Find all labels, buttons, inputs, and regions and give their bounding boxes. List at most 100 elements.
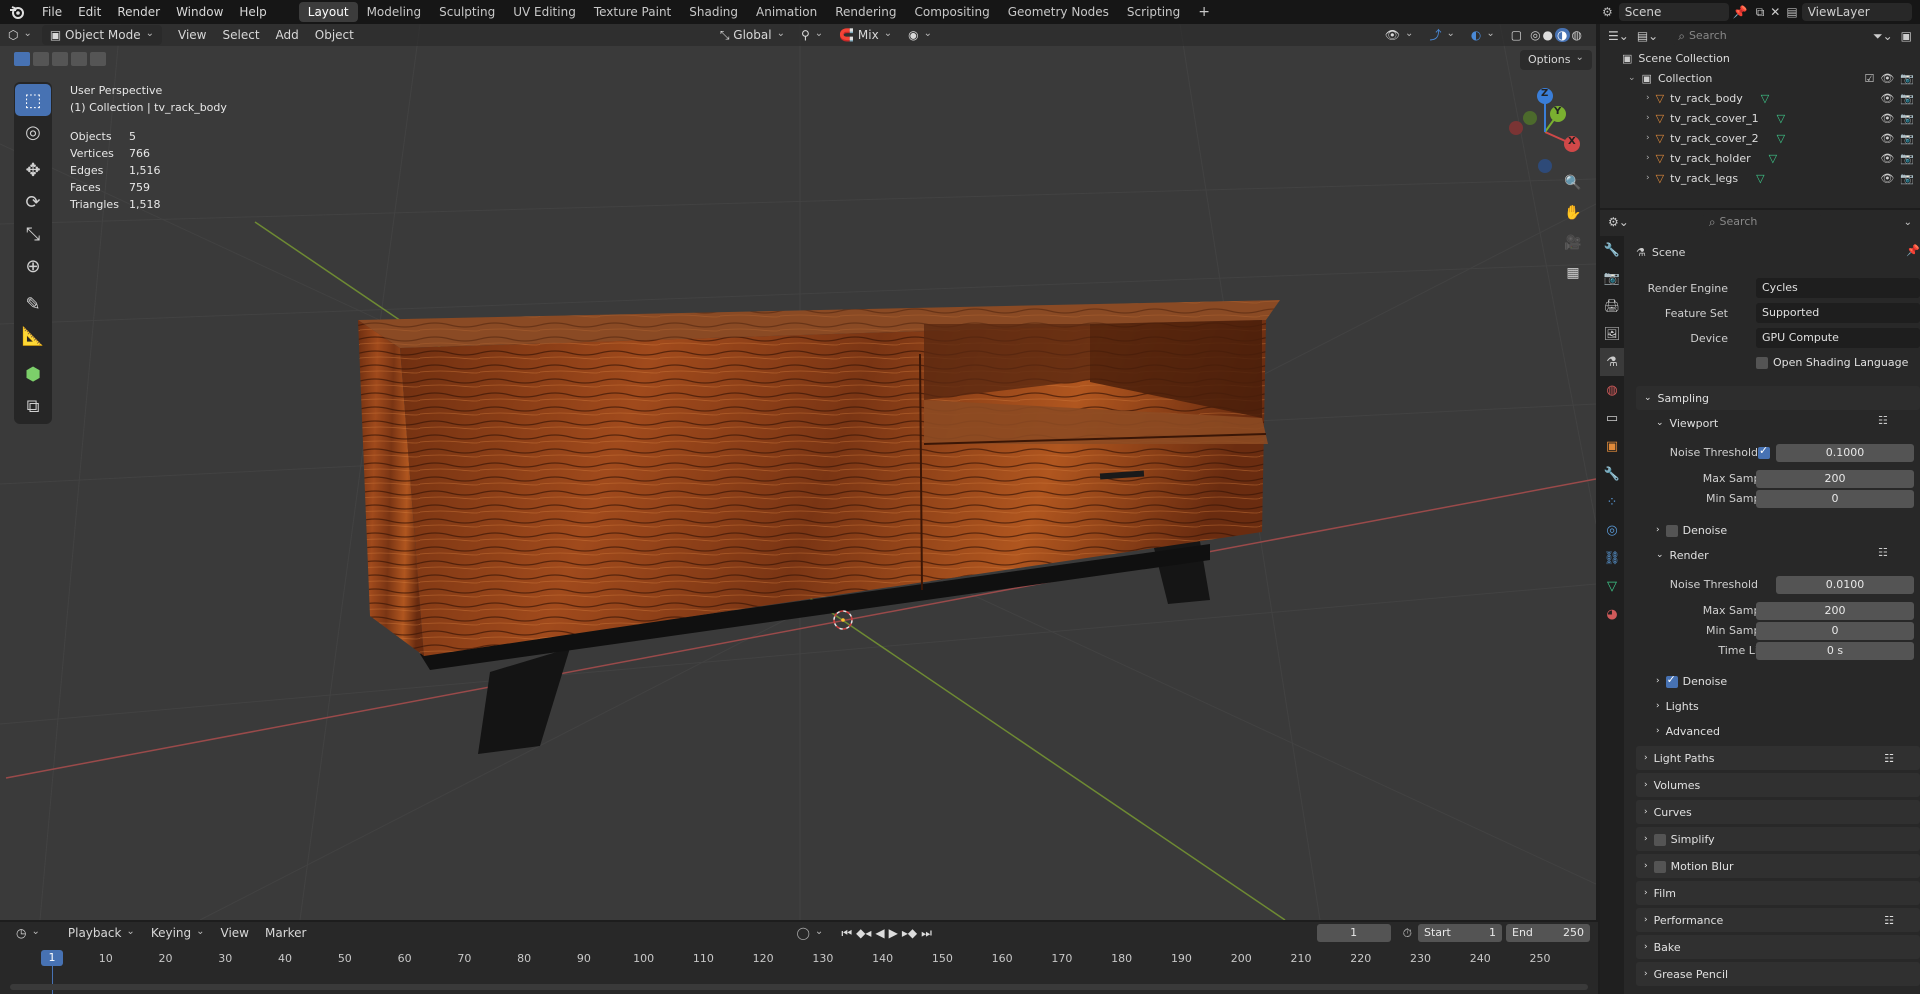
subpanel-viewport[interactable]: ⌄ Viewport: [1656, 413, 1718, 433]
tv-rack-model[interactable]: [358, 300, 1280, 754]
outliner-collection[interactable]: ⌄ ▣ Collection ☑ 👁 📷: [1600, 68, 1920, 88]
r-min-samples-field[interactable]: 0: [1756, 622, 1914, 640]
outliner-item-tv-rack-cover-1[interactable]: › ▽ tv_rack_cover_1 ▽ 👁 📷: [1600, 108, 1920, 128]
list-icon[interactable]: ☷: [1878, 414, 1888, 427]
add-cube-tool-icon[interactable]: ⬢: [15, 358, 51, 390]
outliner-scene-collection[interactable]: ▣ Scene Collection: [1600, 48, 1920, 68]
blender-logo-icon[interactable]: [0, 0, 34, 24]
add-workspace-button[interactable]: +: [1189, 2, 1219, 22]
tab-rendering[interactable]: Rendering: [826, 2, 905, 22]
subpanel-advanced[interactable]: › Advanced: [1656, 721, 1720, 741]
tab-layout[interactable]: Layout: [298, 2, 358, 22]
collection-tab-icon[interactable]: ▭: [1600, 404, 1624, 432]
cursor-tool-icon[interactable]: ◎: [15, 116, 51, 148]
camera-icon[interactable]: 📷: [1900, 72, 1914, 85]
render-engine-dropdown[interactable]: Cycles: [1756, 278, 1920, 298]
zoom-icon[interactable]: 🔍: [1560, 168, 1586, 198]
menu-render[interactable]: Render: [109, 0, 168, 24]
r-max-samples-field[interactable]: 200: [1756, 602, 1914, 620]
outliner-item-tv-rack-body[interactable]: › ▽ tv_rack_body ▽ 👁 📷: [1600, 88, 1920, 108]
wireframe-shading-icon[interactable]: ◎: [1530, 28, 1540, 42]
physics-tab-icon[interactable]: ◎: [1600, 516, 1624, 544]
snap-dropdown[interactable]: 🧲 Mix: [831, 25, 900, 45]
play-icon[interactable]: ▶: [889, 926, 898, 940]
chevron-down-icon[interactable]: ⌄: [1904, 217, 1912, 228]
panel-sampling[interactable]: ⌄ Sampling: [1636, 386, 1920, 410]
pin-icon[interactable]: 📌: [1733, 5, 1748, 19]
extra-tool-icon[interactable]: ⧉: [15, 390, 51, 422]
jump-start-icon[interactable]: ⏮: [841, 926, 852, 941]
select-subtract-icon[interactable]: [52, 52, 68, 66]
eye-icon[interactable]: 👁: [1880, 112, 1894, 125]
transform-orientation-dropdown[interactable]: ⤡ Global: [712, 25, 793, 45]
playhead-marker[interactable]: 1: [41, 950, 63, 966]
eye-icon[interactable]: 👁: [1880, 152, 1894, 165]
panel-motion-blur[interactable]: › Motion Blur: [1636, 854, 1920, 878]
panel-light-paths[interactable]: › Light Paths ☷: [1636, 746, 1920, 770]
list-icon[interactable]: ☷: [1878, 546, 1888, 559]
tab-shading[interactable]: Shading: [680, 2, 747, 22]
prev-keyframe-icon[interactable]: ◆◂: [856, 926, 871, 940]
editor-type-icon[interactable]: ⬡: [0, 25, 40, 45]
menu-file[interactable]: File: [34, 0, 70, 24]
select-new-icon[interactable]: [14, 52, 30, 66]
eye-icon[interactable]: 👁: [1880, 172, 1894, 185]
delete-scene-icon[interactable]: ✕: [1770, 5, 1780, 19]
filter-icon[interactable]: ⏷⌄: [1873, 29, 1893, 44]
material-shading-icon[interactable]: ◑: [1555, 28, 1570, 42]
pivot-icon[interactable]: ⚲: [793, 25, 831, 45]
camera-icon[interactable]: 📷: [1900, 132, 1914, 145]
subpanel-render[interactable]: ⌄ Render: [1656, 545, 1709, 565]
perspective-toggle-icon[interactable]: ▦: [1560, 258, 1586, 288]
outliner-item-tv-rack-cover-2[interactable]: › ▽ tv_rack_cover_2 ▽ 👁 📷: [1600, 128, 1920, 148]
rendered-shading-icon[interactable]: ◍: [1572, 28, 1582, 42]
scale-tool-icon[interactable]: ⤡: [15, 218, 51, 250]
menu-help[interactable]: Help: [231, 0, 274, 24]
options-dropdown[interactable]: Options: [1520, 50, 1592, 70]
display-mode-icon[interactable]: ▤⌄: [1637, 29, 1658, 43]
current-frame-field[interactable]: 1: [1316, 924, 1391, 942]
pin-icon[interactable]: 📌: [1906, 244, 1920, 257]
annotate-tool-icon[interactable]: ✎: [15, 288, 51, 320]
eye-icon[interactable]: 👁: [1880, 92, 1894, 105]
new-collection-icon[interactable]: ▣: [1901, 29, 1912, 43]
panel-volumes[interactable]: › Volumes: [1636, 773, 1920, 797]
properties-search-input[interactable]: ⌕ Search: [1702, 213, 1821, 231]
menu-object[interactable]: Object: [307, 25, 362, 45]
r-denoise-subpanel[interactable]: › Denoise: [1656, 671, 1727, 691]
tab-animation[interactable]: Animation: [747, 2, 826, 22]
vp-noise-threshold-field[interactable]: 0.1000: [1776, 444, 1914, 462]
outliner-item-tv-rack-holder[interactable]: › ▽ tv_rack_holder ▽ 👁 📷: [1600, 148, 1920, 168]
outliner-search-input[interactable]: ⌕ Search: [1672, 27, 1791, 45]
vp-max-samples-field[interactable]: 200: [1756, 470, 1914, 488]
measure-tool-icon[interactable]: 📐: [15, 320, 51, 352]
tab-geometry-nodes[interactable]: Geometry Nodes: [999, 2, 1118, 22]
panel-simplify[interactable]: › Simplify: [1636, 827, 1920, 851]
menu-timeline-view[interactable]: View: [213, 923, 257, 943]
timeline-scrollbar[interactable]: [10, 984, 1588, 990]
solid-shading-icon[interactable]: ●: [1543, 28, 1553, 42]
tab-scripting[interactable]: Scripting: [1118, 2, 1189, 22]
chevron-right-icon[interactable]: ›: [1646, 113, 1650, 123]
world-tab-icon[interactable]: ◍: [1600, 376, 1624, 404]
navigation-gizmo[interactable]: X Y Z: [1500, 84, 1590, 174]
menu-keying[interactable]: Keying: [143, 923, 213, 943]
eye-icon[interactable]: 👁: [1880, 72, 1894, 85]
outliner-editor-icon[interactable]: ☰⌄: [1608, 29, 1629, 43]
properties-editor-icon[interactable]: ⚙⌄: [1608, 215, 1629, 229]
play-reverse-icon[interactable]: ◀: [875, 926, 884, 940]
menu-playback[interactable]: Playback: [60, 923, 143, 943]
outliner-item-tv-rack-legs[interactable]: › ▽ tv_rack_legs ▽ 👁 📷: [1600, 168, 1920, 188]
checkbox-icon[interactable]: [1653, 861, 1666, 873]
timeline-editor-icon[interactable]: ◷: [8, 923, 48, 943]
end-frame-field[interactable]: End 250: [1506, 924, 1590, 942]
eye-icon[interactable]: 👁: [1880, 132, 1894, 145]
select-intersect-icon[interactable]: [90, 52, 106, 66]
scene-tab-icon[interactable]: ⚗: [1600, 348, 1624, 376]
menu-marker[interactable]: Marker: [257, 923, 314, 943]
chevron-right-icon[interactable]: ›: [1646, 93, 1650, 103]
panel-film[interactable]: › Film: [1636, 881, 1920, 905]
chevron-down-icon[interactable]: ⌄: [1628, 73, 1636, 83]
menu-edit[interactable]: Edit: [70, 0, 109, 24]
menu-select[interactable]: Select: [215, 25, 268, 45]
